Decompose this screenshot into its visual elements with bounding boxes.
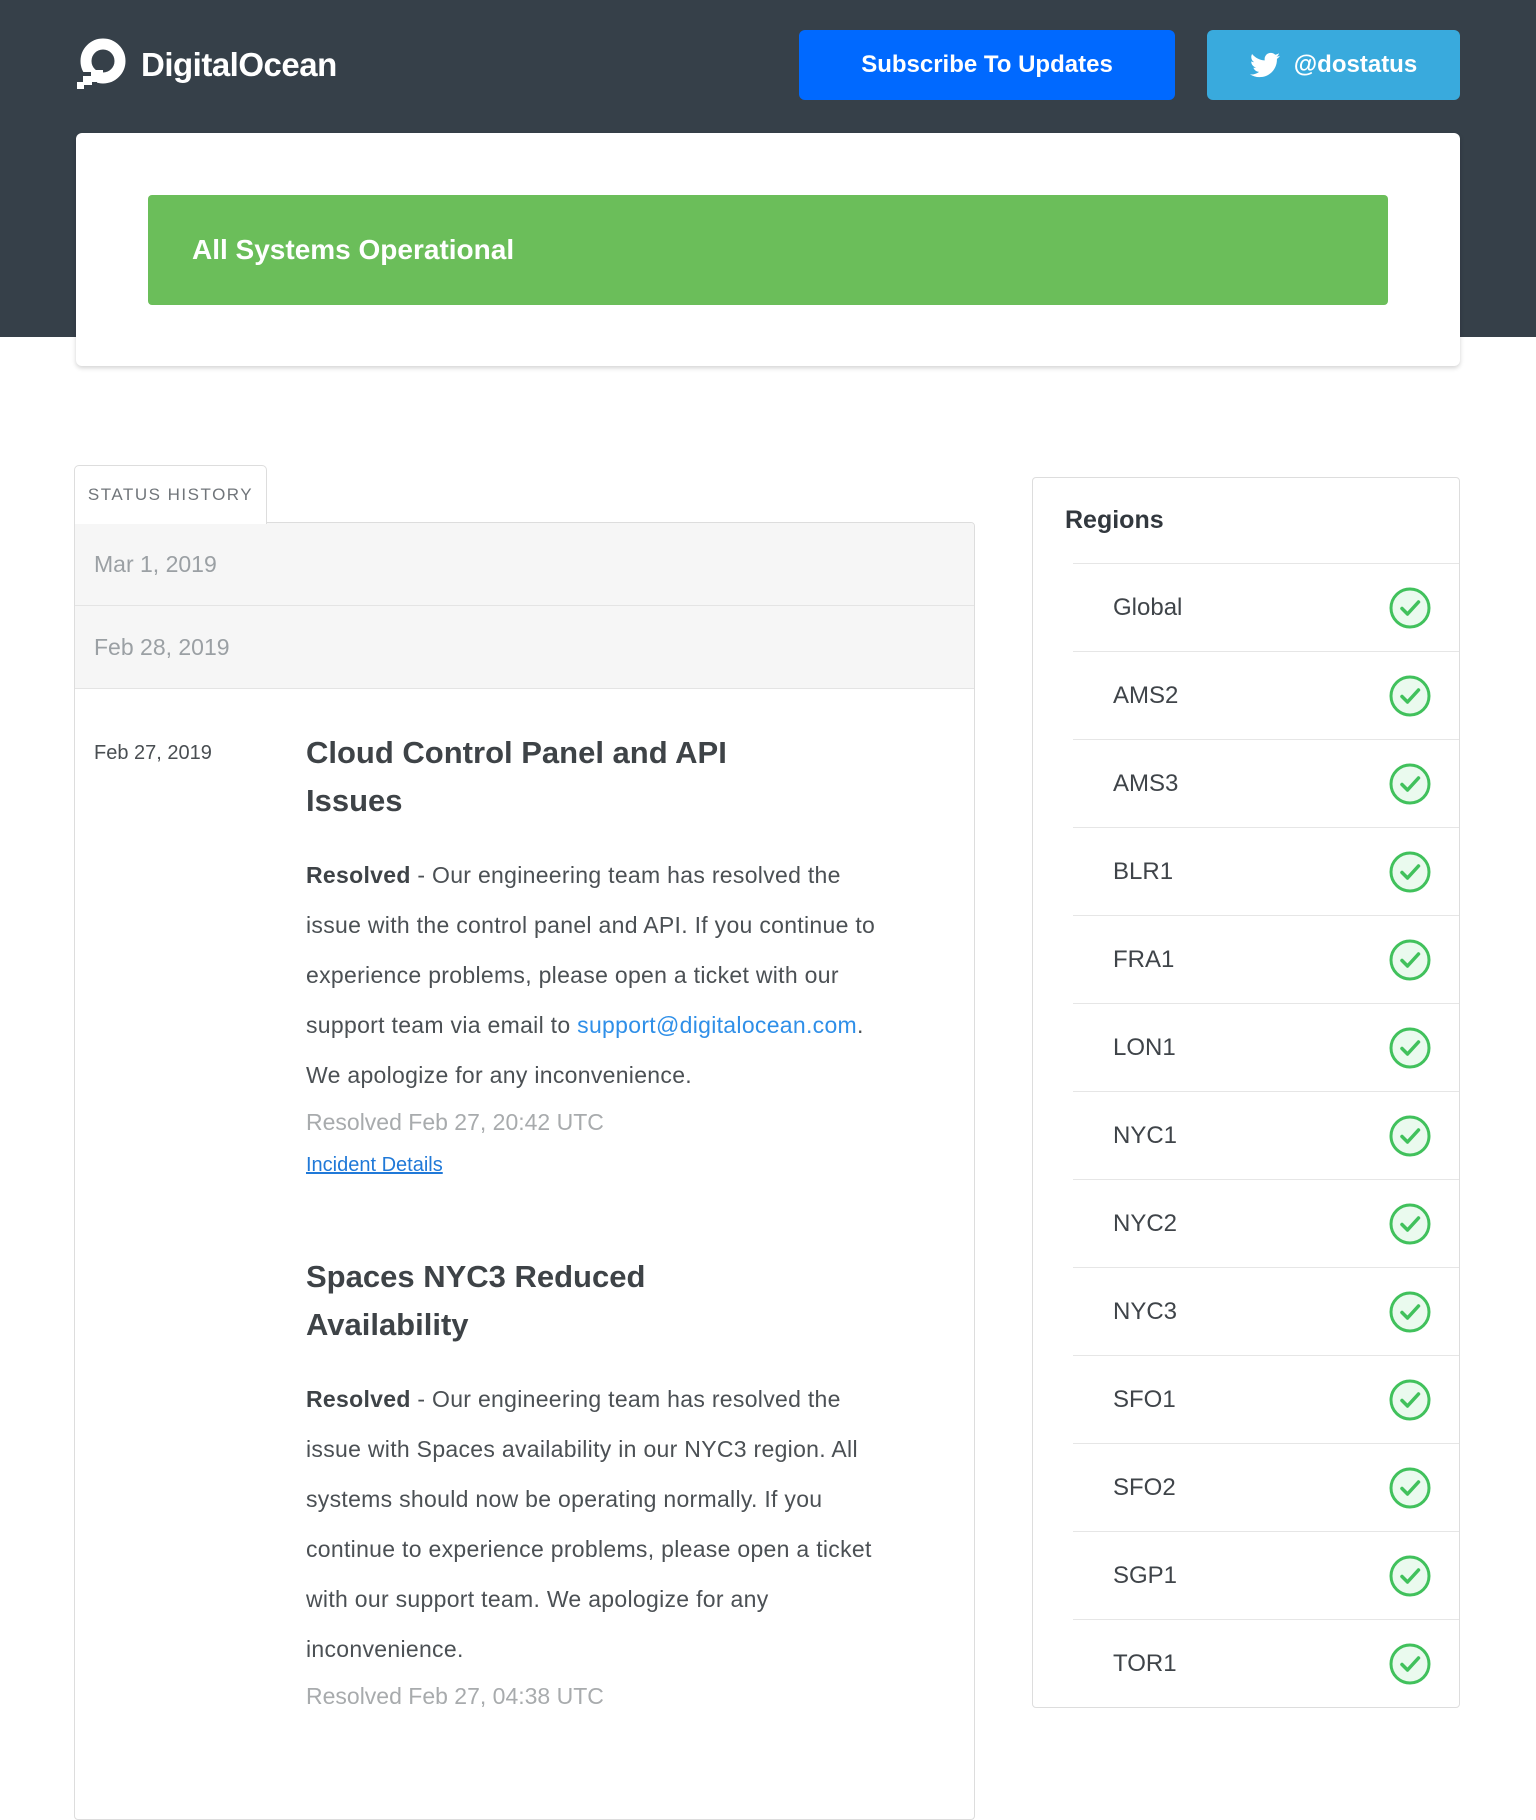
history-day-section: Feb 27, 2019 Cloud Control Panel and API… xyxy=(75,689,974,1716)
operational-check-icon xyxy=(1389,1555,1431,1597)
overall-status-text: All Systems Operational xyxy=(192,234,514,266)
incident-resolved-timestamp: Resolved Feb 27, 20:42 UTC xyxy=(306,1102,944,1142)
twitter-icon xyxy=(1250,50,1280,80)
incident-title: Spaces NYC3 Reduced Availability xyxy=(306,1253,811,1349)
twitter-handle: @dostatus xyxy=(1294,51,1417,79)
status-page: DigitalOcean Subscribe To Updates @dosta… xyxy=(0,0,1536,1820)
digitalocean-logo-icon xyxy=(75,36,129,95)
history-day-label: Feb 27, 2019 xyxy=(94,729,306,1716)
brand-name: DigitalOcean xyxy=(141,46,337,84)
regions-panel: Regions Global AMS2 AMS3 BL xyxy=(1032,477,1460,1708)
history-day-content: Cloud Control Panel and API Issues Resol… xyxy=(306,729,944,1716)
operational-check-icon xyxy=(1389,1291,1431,1333)
history-date-label: Mar 1, 2019 xyxy=(94,551,217,578)
region-row-ams2[interactable]: AMS2 xyxy=(1073,651,1459,739)
regions-title: Regions xyxy=(1033,478,1459,563)
tab-status-history-label: STATUS HISTORY xyxy=(88,485,253,505)
region-row-sfo2[interactable]: SFO2 xyxy=(1073,1443,1459,1531)
brand-logo-link[interactable]: DigitalOcean xyxy=(75,36,337,95)
incident-body-text: - Our engineering team has resolved the … xyxy=(306,1386,872,1662)
region-row-global[interactable]: Global xyxy=(1073,563,1459,651)
history-date-label: Feb 28, 2019 xyxy=(94,634,230,661)
incident-status-label: Resolved xyxy=(306,1386,411,1412)
tab-status-history[interactable]: STATUS HISTORY xyxy=(74,465,267,524)
operational-check-icon xyxy=(1389,939,1431,981)
operational-check-icon xyxy=(1389,763,1431,805)
all-systems-operational-banner: All Systems Operational xyxy=(148,195,1388,305)
twitter-button[interactable]: @dostatus xyxy=(1207,30,1460,100)
region-row-nyc3[interactable]: NYC3 xyxy=(1073,1267,1459,1355)
region-row-fra1[interactable]: FRA1 xyxy=(1073,915,1459,1003)
incident-status-label: Resolved xyxy=(306,862,411,888)
status-history-card: Mar 1, 2019 Feb 28, 2019 Feb 27, 2019 Cl… xyxy=(74,522,975,1820)
operational-check-icon xyxy=(1389,851,1431,893)
history-date-row: Mar 1, 2019 xyxy=(75,523,974,606)
region-row-lon1[interactable]: LON1 xyxy=(1073,1003,1459,1091)
history-date-row: Feb 28, 2019 xyxy=(75,606,974,689)
incident-cloud-control-panel: Cloud Control Panel and API Issues Resol… xyxy=(306,729,944,1177)
operational-check-icon xyxy=(1389,1467,1431,1509)
header: DigitalOcean Subscribe To Updates @dosta… xyxy=(75,0,1460,130)
header-actions: Subscribe To Updates @dostatus xyxy=(799,30,1460,100)
incident-resolved-timestamp: Resolved Feb 27, 04:38 UTC xyxy=(306,1676,944,1716)
support-email-link[interactable]: support@digitalocean.com xyxy=(577,1012,857,1038)
incident-title: Cloud Control Panel and API Issues xyxy=(306,729,811,825)
operational-check-icon xyxy=(1389,1379,1431,1421)
incident-body: Resolved - Our engineering team has reso… xyxy=(306,1374,881,1674)
operational-check-icon xyxy=(1389,1643,1431,1685)
region-row-sgp1[interactable]: SGP1 xyxy=(1073,1531,1459,1619)
status-overview-card: All Systems Operational xyxy=(76,133,1460,366)
operational-check-icon xyxy=(1389,1115,1431,1157)
region-row-sfo1[interactable]: SFO1 xyxy=(1073,1355,1459,1443)
subscribe-button[interactable]: Subscribe To Updates xyxy=(799,30,1175,100)
operational-check-icon xyxy=(1389,1203,1431,1245)
incident-details-link[interactable]: Incident Details xyxy=(306,1154,443,1177)
region-row-nyc2[interactable]: NYC2 xyxy=(1073,1179,1459,1267)
operational-check-icon xyxy=(1389,675,1431,717)
incident-body: Resolved - Our engineering team has reso… xyxy=(306,850,881,1100)
regions-list: Global AMS2 AMS3 BLR1 xyxy=(1033,563,1459,1707)
region-row-ams3[interactable]: AMS3 xyxy=(1073,739,1459,827)
incident-spaces-nyc3: Spaces NYC3 Reduced Availability Resolve… xyxy=(306,1253,944,1716)
region-row-nyc1[interactable]: NYC1 xyxy=(1073,1091,1459,1179)
region-row-tor1[interactable]: TOR1 xyxy=(1073,1619,1459,1707)
operational-check-icon xyxy=(1389,1027,1431,1069)
operational-check-icon xyxy=(1389,587,1431,629)
region-row-blr1[interactable]: BLR1 xyxy=(1073,827,1459,915)
